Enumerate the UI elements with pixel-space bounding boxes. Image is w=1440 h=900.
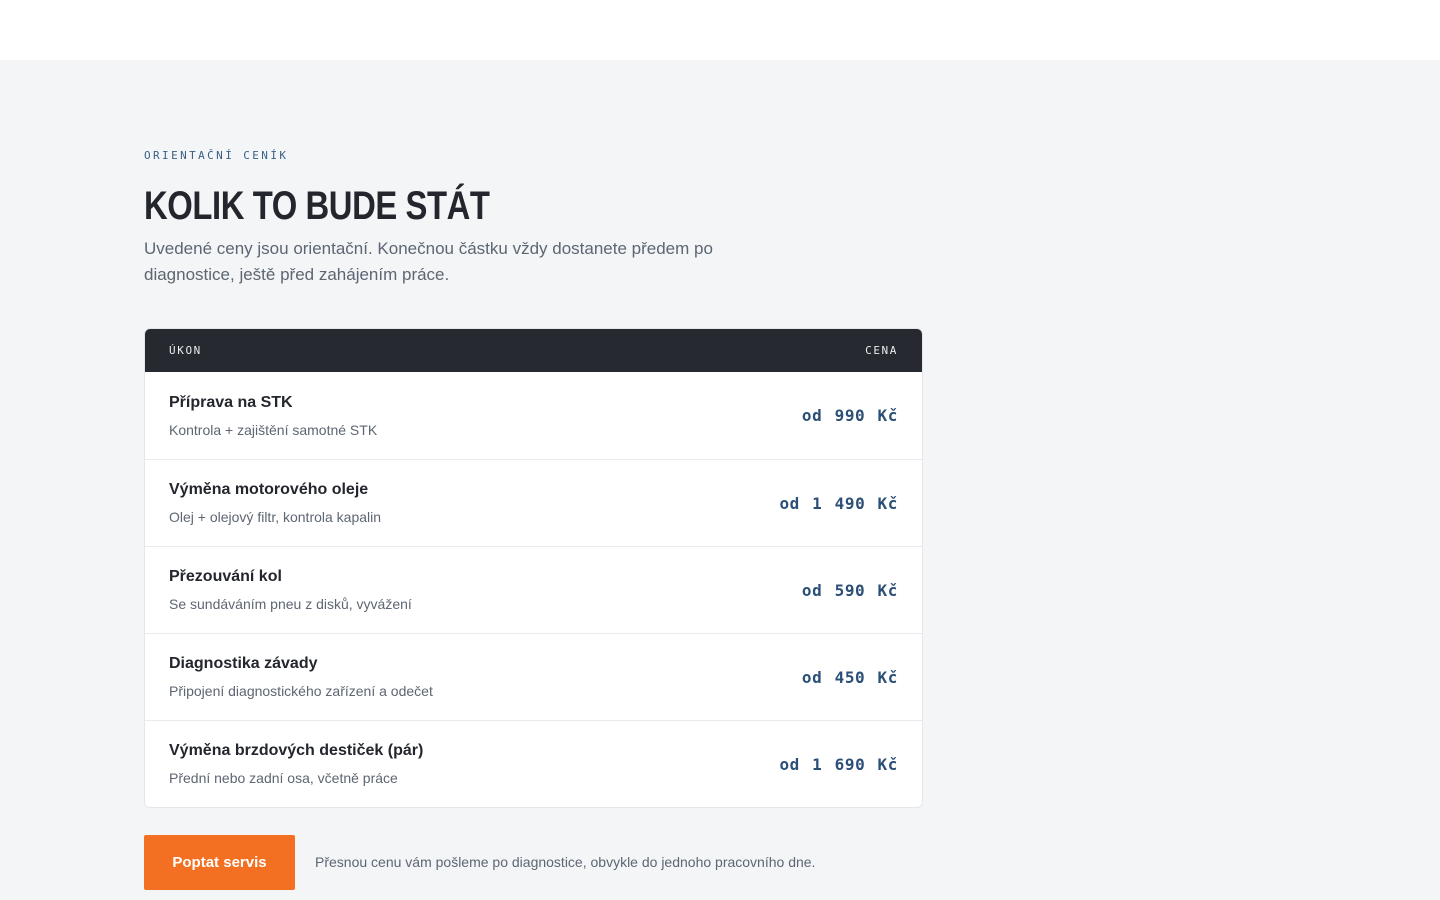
- column-header-price: CENA: [865, 344, 898, 357]
- service-description: Se sundáváním pneu z disků, vyvážení: [169, 596, 412, 612]
- section-title: KOLIK TO BUDE STÁT: [144, 184, 490, 228]
- service-price: od 450 Kč: [801, 667, 898, 687]
- pricing-section: ORIENTAČNÍ CENÍK KOLIK TO BUDE STÁT Uved…: [144, 60, 1440, 900]
- table-row: Diagnostika závady Připojení diagnostick…: [145, 633, 922, 720]
- section-subtitle: Uvedené ceny jsou orientační. Konečnou č…: [144, 239, 713, 284]
- top-band: [0, 0, 1440, 60]
- service-description: Přední nebo zadní osa, včetně práce: [169, 770, 398, 786]
- request-service-button[interactable]: Poptat servis: [144, 835, 295, 890]
- section-eyebrow: ORIENTAČNÍ CENÍK: [144, 149, 289, 162]
- table-row: Výměna motorového oleje Olej + olejový f…: [145, 459, 922, 546]
- service-price: od 1 490 Kč: [779, 493, 898, 513]
- column-header-service: ÚKON: [169, 344, 202, 357]
- table-header: ÚKON CENA: [145, 329, 922, 372]
- service-name: Výměna motorového oleje: [169, 481, 369, 498]
- table-row: Příprava na STK Kontrola + zajištění sam…: [145, 372, 922, 459]
- price-table: ÚKON CENA Příprava na STK Kontrola + zaj…: [144, 328, 923, 808]
- service-name: Výměna brzdových destiček (pár): [169, 742, 424, 759]
- service-price: od 590 Kč: [801, 580, 898, 600]
- service-description: Připojení diagnostického zařízení a odeč…: [169, 683, 433, 699]
- service-description: Kontrola + zajištění samotné STK: [169, 421, 378, 438]
- service-description: Olej + olejový filtr, kontrola kapalin: [169, 509, 382, 525]
- service-price: od 990 Kč: [801, 406, 898, 425]
- table-row: Přezouvání kol Se sundáváním pneu z disk…: [145, 546, 922, 633]
- table-body: Příprava na STK Kontrola + zajištění sam…: [145, 372, 922, 807]
- cta-note: Přesnou cenu vám pošleme po diagnostice,…: [315, 854, 816, 870]
- service-name: Příprava na STK: [169, 393, 293, 411]
- table-row: Výměna brzdových destiček (pár) Přední n…: [145, 720, 922, 807]
- service-price: od 1 690 Kč: [779, 754, 898, 774]
- service-name: Diagnostika závady: [169, 655, 318, 672]
- service-name: Přezouvání kol: [169, 568, 282, 585]
